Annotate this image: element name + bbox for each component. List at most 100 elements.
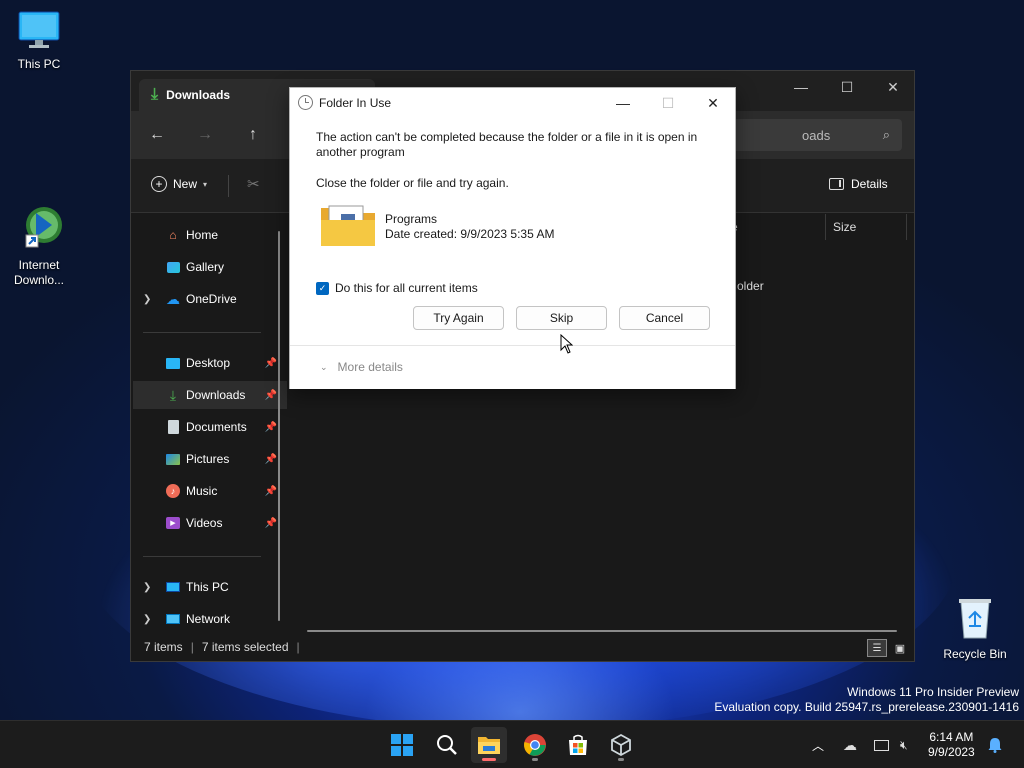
sidebar-item-desktop[interactable]: Desktop 📌: [133, 349, 287, 377]
desktop-icon-this-pc[interactable]: This PC: [1, 10, 77, 72]
pin-icon: 📌: [264, 485, 277, 497]
chrome-taskbar-button[interactable]: [517, 727, 553, 763]
navigation-pane: ⌂ Home Gallery ❯ ☁ OneDrive Desktop 📌 ⤓ …: [131, 214, 289, 634]
chrome-icon: [524, 734, 546, 756]
file-explorer-taskbar-button[interactable]: [471, 727, 507, 763]
sidebar-item-label: Videos: [186, 516, 223, 530]
minimize-button[interactable]: —: [600, 88, 646, 118]
folder-icon: [319, 202, 377, 248]
sidebar-item-videos[interactable]: ▶ Videos 📌: [133, 509, 287, 537]
close-button[interactable]: ✕: [690, 88, 736, 118]
more-details-toggle[interactable]: ⌄ More details: [320, 360, 403, 374]
minimize-button[interactable]: —: [778, 71, 824, 103]
start-button[interactable]: [384, 727, 420, 763]
clock-date: 9/9/2023: [928, 745, 975, 759]
plus-icon: +: [151, 176, 167, 192]
details-button[interactable]: Details: [829, 177, 888, 191]
sidebar-item-this-pc[interactable]: ❯ This PC: [133, 573, 287, 601]
taskbar: ︿ ☁ 🔇︎ 6:14 AM 9/9/2023: [0, 720, 1024, 768]
running-indicator: [618, 758, 624, 761]
clock[interactable]: 6:14 AM 9/9/2023: [928, 721, 975, 768]
desktop-icon-label: Recycle Bin: [943, 647, 1007, 661]
up-button[interactable]: ↑: [239, 123, 267, 147]
horizontal-scrollbar[interactable]: [307, 630, 897, 632]
sidebar-item-documents[interactable]: Documents 📌: [133, 413, 287, 441]
details-label: Details: [851, 177, 888, 191]
desktop-icon-label: Internet Downlo...: [13, 258, 65, 287]
chevron-right-icon[interactable]: ❯: [143, 582, 151, 593]
network-tray-icon[interactable]: [874, 721, 889, 768]
download-icon: ⤓: [169, 386, 177, 403]
cloud-off-icon: ☁: [843, 736, 857, 753]
desktop-icon-recycle-bin[interactable]: Recycle Bin: [937, 596, 1013, 662]
sidebar-scrollbar[interactable]: [278, 231, 280, 621]
status-divider: |: [296, 640, 300, 654]
sidebar-item-music[interactable]: ♪ Music 📌: [133, 477, 287, 505]
maximize-button[interactable]: ☐: [824, 71, 870, 103]
microsoft-store-taskbar-button[interactable]: [560, 727, 596, 763]
checkmark-icon: ✓: [316, 281, 329, 295]
back-button[interactable]: ←: [143, 123, 171, 147]
search-icon: ⌕: [882, 127, 890, 142]
search-text: oads: [802, 127, 831, 143]
volume-tray-icon[interactable]: 🔇︎: [900, 721, 908, 768]
apply-to-all-checkbox[interactable]: ✓ Do this for all current items: [316, 281, 478, 295]
sidebar-item-gallery[interactable]: Gallery: [133, 253, 287, 281]
pin-icon: 📌: [264, 389, 277, 401]
sidebar-item-downloads[interactable]: ⤓ Downloads 📌: [133, 381, 287, 409]
more-details-label: More details: [337, 360, 403, 374]
notification-button[interactable]: [988, 721, 1002, 768]
column-divider: [825, 214, 826, 240]
network-icon: [165, 611, 181, 627]
sidebar-item-label: Downloads: [186, 388, 246, 402]
desktop-icon-internet-download-manager[interactable]: Internet Downlo...: [1, 203, 77, 288]
speaker-muted-icon: 🔇︎: [900, 737, 908, 752]
watermark-line2: Evaluation copy. Build 25947.rs_prerelea…: [714, 700, 1019, 714]
sidebar-item-home[interactable]: ⌂ Home: [133, 221, 287, 249]
chevron-up-icon: ︿: [812, 738, 825, 753]
dialog-footer: ⌄ More details: [290, 345, 735, 389]
folder-icon: [478, 737, 500, 754]
row-type-fragment: older: [737, 279, 764, 293]
maximize-button[interactable]: ☐: [645, 88, 691, 118]
network-icon: [874, 739, 889, 751]
video-icon: ▶: [165, 515, 181, 531]
cut-icon[interactable]: ✂: [247, 175, 260, 193]
document-icon: [165, 419, 181, 435]
try-again-button[interactable]: Try Again: [413, 306, 504, 330]
new-button[interactable]: + New ▾: [151, 176, 207, 192]
column-divider: [906, 214, 907, 240]
forward-button[interactable]: →: [191, 123, 219, 147]
desktop-folder-icon: [165, 355, 181, 371]
skip-button[interactable]: Skip: [516, 306, 607, 330]
search-input[interactable]: oads ⌕: [730, 119, 902, 151]
pin-icon: 📌: [264, 357, 277, 369]
tiles-view-button[interactable]: ▣: [891, 639, 909, 657]
chevron-right-icon[interactable]: ❯: [143, 614, 151, 625]
sidebar-item-pictures[interactable]: Pictures 📌: [133, 445, 287, 473]
tray-overflow-button[interactable]: ︿: [812, 721, 824, 768]
column-header-size[interactable]: Size: [833, 220, 856, 234]
status-divider: |: [190, 640, 194, 654]
list-view-button[interactable]: ☰: [867, 639, 887, 657]
sidebar-item-label: Desktop: [186, 356, 231, 370]
pin-icon: 📌: [264, 421, 277, 433]
new-label: New: [173, 177, 198, 191]
windows-logo-icon: [391, 734, 413, 756]
onedrive-tray-icon[interactable]: ☁: [843, 721, 857, 768]
virtualbox-taskbar-button[interactable]: [603, 727, 639, 763]
sidebar-item-network[interactable]: ❯ Network: [133, 605, 287, 633]
sidebar-item-label: Documents: [186, 420, 247, 434]
computer-icon: [165, 579, 181, 595]
tab-title: Downloads: [166, 88, 231, 102]
chevron-right-icon[interactable]: ❯: [143, 294, 151, 305]
clock-time: 6:14 AM: [929, 730, 974, 744]
search-button[interactable]: [429, 727, 465, 763]
cancel-button[interactable]: Cancel: [619, 306, 710, 330]
close-button[interactable]: ✕: [870, 71, 916, 103]
picture-icon: [165, 451, 181, 467]
watermark-line1: Windows 11 Pro Insider Preview: [847, 685, 1019, 699]
download-icon: ⤓: [151, 86, 159, 103]
watermark: Windows 11 Pro Insider Preview Evaluatio…: [714, 685, 1019, 715]
sidebar-item-onedrive[interactable]: ❯ ☁ OneDrive: [133, 285, 287, 313]
